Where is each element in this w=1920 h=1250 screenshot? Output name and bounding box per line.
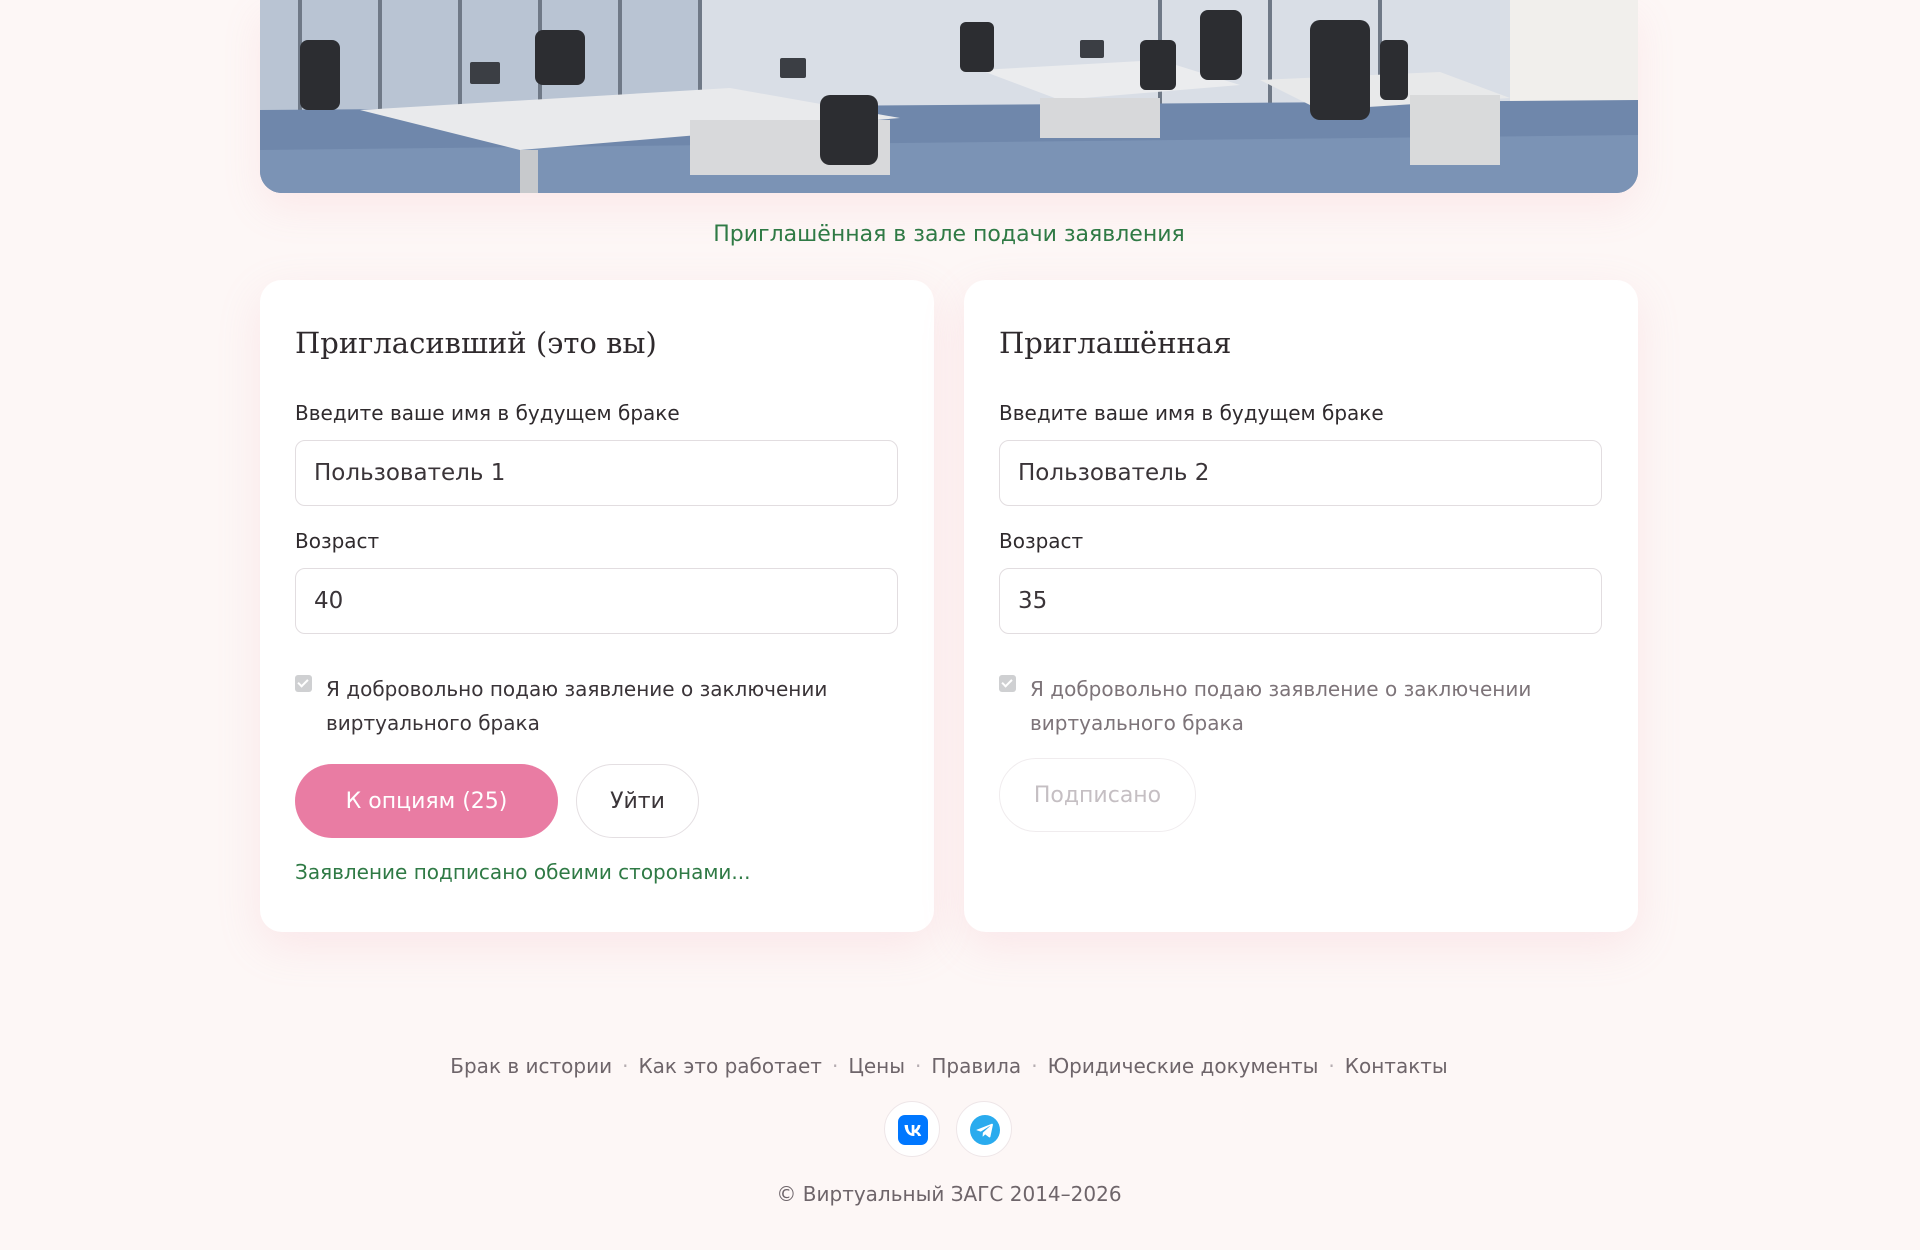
telegram-button[interactable] [956, 1101, 1012, 1157]
social-links [884, 1101, 1014, 1157]
invitee-heading: Приглашённая [999, 326, 1232, 360]
footer-link-history[interactable]: Брак в истории [450, 1054, 612, 1078]
hero-image [260, 0, 1638, 193]
footer-link-contacts[interactable]: Контакты [1345, 1054, 1448, 1078]
invitee-name-input[interactable] [999, 440, 1602, 506]
footer-separator: · [915, 1054, 922, 1078]
footer-separator: · [1328, 1054, 1335, 1078]
invitee-name-label: Введите ваше имя в будущем браке [999, 401, 1384, 425]
signed-button: Подписано [999, 758, 1196, 832]
invitee-card: Приглашённая Введите ваше имя в будущем … [964, 280, 1638, 932]
copyright: © Виртуальный ЗАГС 2014–2026 [776, 1182, 1122, 1206]
inviter-card: Пригласивший (это вы) Введите ваше имя в… [260, 280, 934, 932]
invitee-age-input[interactable] [999, 568, 1602, 634]
inviter-name-label: Введите ваше имя в будущем браке [295, 401, 680, 425]
inviter-heading: Пригласивший (это вы) [295, 326, 657, 360]
vk-button[interactable] [884, 1101, 940, 1157]
inviter-consent-checkbox[interactable] [295, 675, 312, 692]
footer-nav: Брак в истории · Как это работает · Цены · Пра… [0, 1054, 1898, 1078]
footer-link-rules[interactable]: Правила [931, 1054, 1021, 1078]
footer-separator: · [831, 1054, 839, 1078]
inviter-consent-text: Я добровольно подаю заявление о заключен… [326, 677, 828, 735]
footer-separator: · [622, 1054, 629, 1078]
inviter-age-label: Возраст [295, 529, 380, 553]
footer-link-how-it-works[interactable]: Как это работает [638, 1054, 822, 1078]
vk-icon [898, 1115, 928, 1145]
invitee-consent-checkbox [999, 675, 1016, 692]
invitee-consent-text: Я добровольно подаю заявление о заключен… [1030, 677, 1532, 735]
telegram-icon [970, 1115, 1000, 1145]
invitee-age-label: Возраст [999, 529, 1084, 553]
inviter-name-input[interactable] [295, 440, 898, 506]
signed-status-text: Заявление подписано обеими сторонами... [295, 860, 751, 884]
hero-caption: Приглашённая в зале подачи заявления [713, 222, 1185, 247]
inviter-age-input[interactable] [295, 568, 898, 634]
footer-separator: · [1031, 1054, 1038, 1078]
footer-link-prices[interactable]: Цены [848, 1054, 905, 1078]
options-button[interactable]: К опциям (25) [295, 764, 558, 838]
footer-link-legal[interactable]: Юридические документы [1048, 1054, 1319, 1078]
leave-button[interactable]: Уйти [576, 764, 699, 838]
